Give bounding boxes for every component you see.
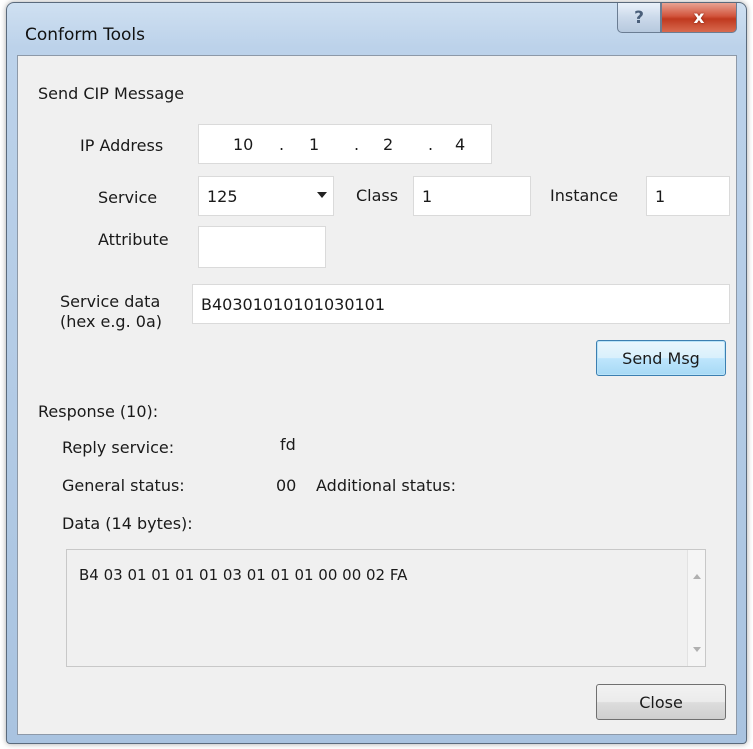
instance-value: 1 (655, 186, 666, 206)
reply-service-label: Reply service: (62, 438, 175, 457)
service-data-field[interactable]: B40301010101030101 (192, 284, 730, 324)
send-cip-section-label: Send CIP Message (38, 84, 185, 103)
scroll-up-icon[interactable] (693, 574, 701, 579)
dialog-window: Conform Tools ? x Send CIP Message IP Ad… (6, 2, 747, 744)
service-data-value: B40301010101030101 (201, 294, 386, 314)
scroll-down-icon[interactable] (693, 647, 701, 652)
ip-octet-2[interactable]: 1 (309, 125, 319, 163)
service-dropdown[interactable]: 125 (198, 176, 334, 216)
ip-octet-4[interactable]: 4 (455, 125, 465, 163)
service-data-hint: (hex e.g. 0a) (60, 312, 162, 331)
ip-separator: . (428, 134, 434, 154)
instance-label: Instance (550, 186, 619, 205)
help-button[interactable]: ? (617, 3, 661, 33)
instance-field[interactable]: 1 (646, 176, 730, 216)
general-status-label: General status: (62, 476, 185, 495)
ip-separator: . (279, 134, 285, 154)
response-data-value: B4 03 01 01 01 01 03 01 01 01 00 00 02 F… (79, 566, 408, 584)
send-msg-button[interactable]: Send Msg (596, 340, 726, 376)
response-data-box[interactable]: B4 03 01 01 01 01 03 01 01 01 00 00 02 F… (66, 549, 706, 667)
ip-octet-3[interactable]: 2 (383, 125, 393, 163)
chevron-down-icon (317, 192, 327, 198)
ip-address-field[interactable]: 10 . 1 . 2 . 4 (198, 124, 492, 164)
additional-status-label: Additional status: (316, 476, 456, 495)
ip-address-label: IP Address (80, 136, 164, 155)
vertical-scrollbar[interactable] (687, 550, 705, 666)
ip-octet-1[interactable]: 10 (233, 125, 253, 163)
help-icon: ? (634, 7, 644, 28)
general-status-value: 00 (276, 476, 297, 495)
title-bar[interactable]: Conform Tools ? x (7, 3, 746, 55)
class-label: Class (356, 186, 399, 205)
class-field[interactable]: 1 (413, 176, 531, 216)
class-value: 1 (422, 186, 433, 206)
attribute-label: Attribute (98, 230, 169, 249)
data-bytes-label: Data (14 bytes): (62, 514, 193, 533)
window-title: Conform Tools (25, 25, 145, 45)
service-label: Service (98, 188, 158, 207)
close-icon: x (693, 7, 705, 28)
ip-separator: . (354, 134, 360, 154)
service-value: 125 (207, 186, 238, 206)
window-close-button[interactable]: x (661, 3, 737, 33)
service-data-label: Service data (60, 292, 161, 311)
close-button[interactable]: Close (596, 684, 726, 720)
reply-service-value: fd (280, 435, 296, 454)
attribute-field[interactable] (198, 226, 326, 268)
response-label: Response (10): (38, 402, 159, 421)
dialog-client-area: Send CIP Message IP Address 10 . 1 . 2 .… (17, 55, 737, 735)
